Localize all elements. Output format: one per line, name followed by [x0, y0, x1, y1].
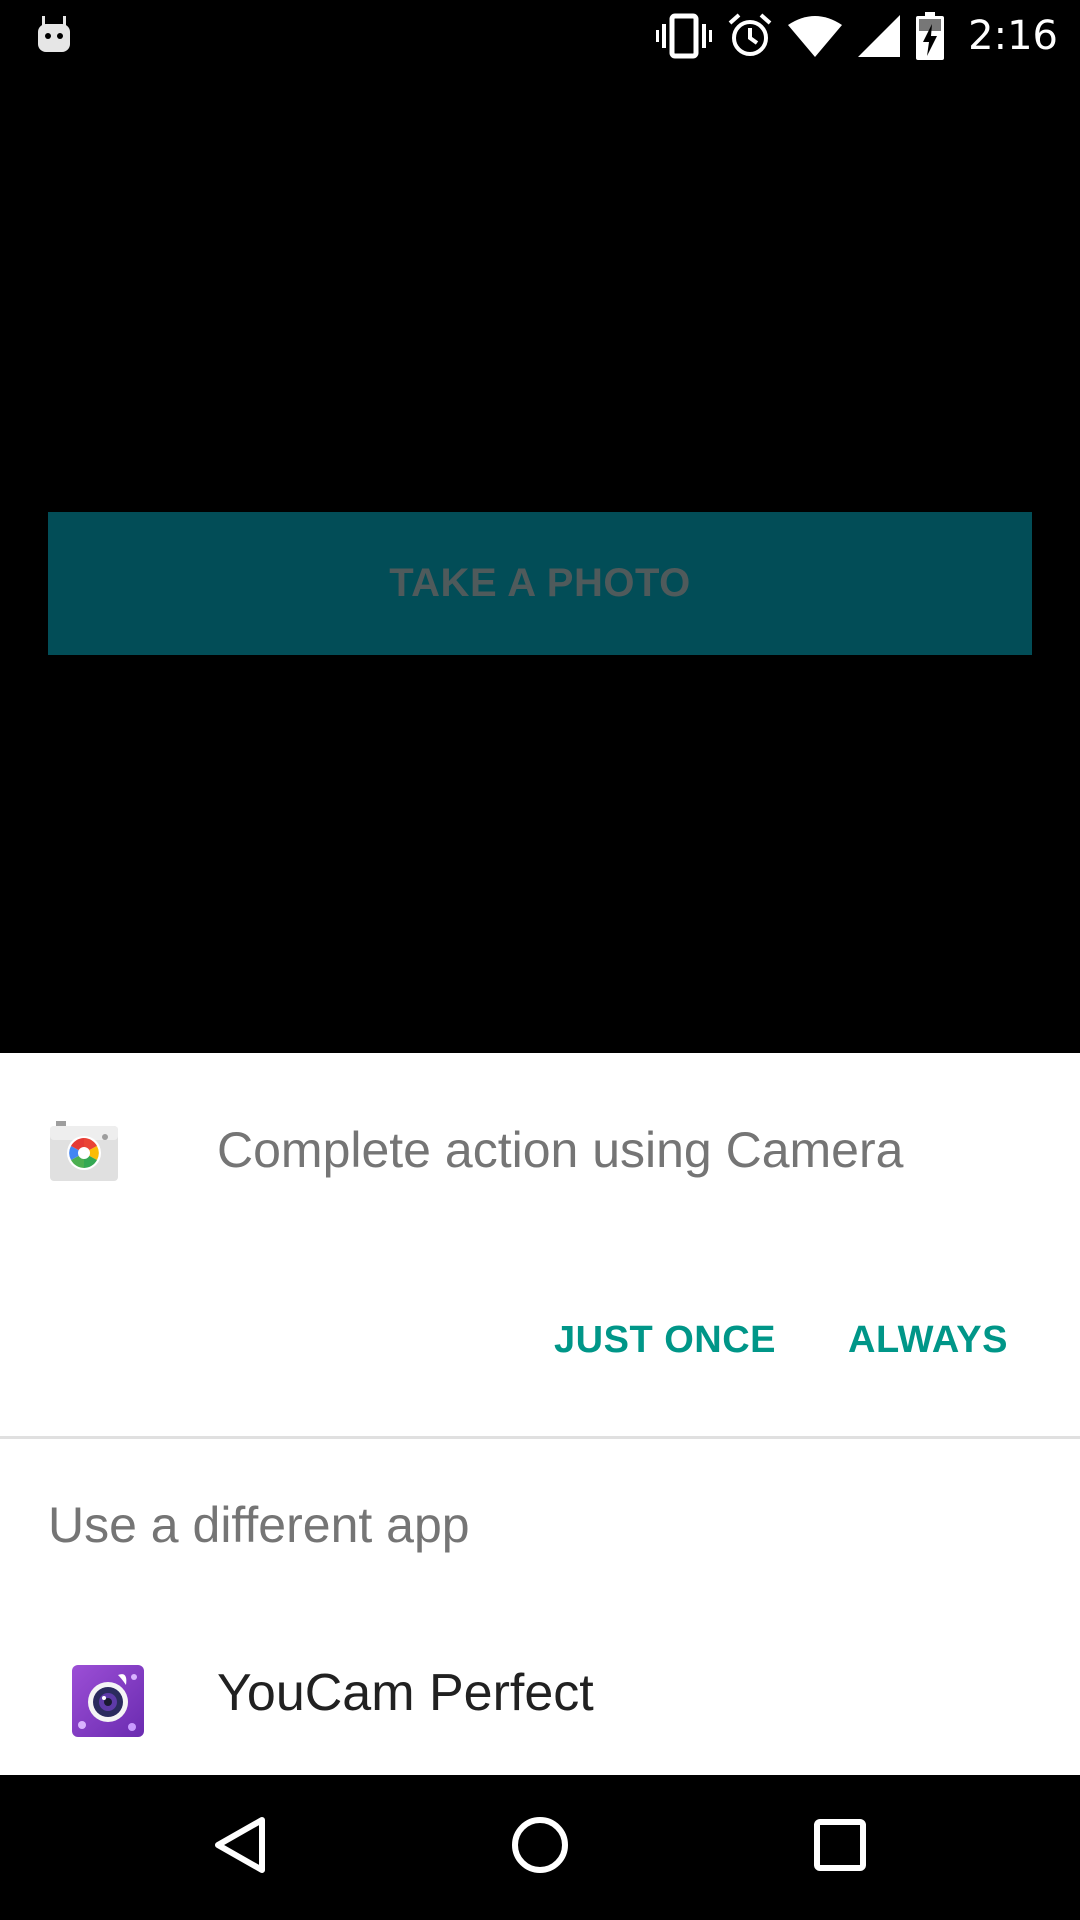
cell-signal-icon [858, 15, 901, 57]
status-bar: 2:16 [0, 0, 1080, 72]
back-button[interactable] [160, 1775, 320, 1920]
take-photo-button[interactable]: TAKE A PHOTO [48, 512, 1032, 655]
screen: 2:16 TAKE A PHOTO Complete action using … [0, 0, 1080, 1920]
home-icon [510, 1815, 570, 1880]
default-app-row: Complete action using Camera [0, 1053, 1080, 1303]
navigation-bar [0, 1775, 1080, 1920]
status-time: 2:16 [968, 13, 1058, 59]
resolver-bottom-sheet: Complete action using Camera JUST ONCE A… [0, 1053, 1080, 1775]
app-list-item-youcam-perfect[interactable]: YouCam Perfect [0, 1641, 1080, 1775]
always-button[interactable]: ALWAYS [824, 1299, 1032, 1382]
status-icons: 2:16 [656, 10, 1058, 62]
divider [0, 1436, 1080, 1439]
vibrate-icon [656, 13, 713, 59]
alarm-icon [728, 13, 772, 59]
app-content: TAKE A PHOTO [0, 72, 1080, 1053]
recents-button[interactable] [760, 1775, 920, 1920]
camera-app-icon [50, 1119, 118, 1181]
app-label: YouCam Perfect [217, 1664, 594, 1722]
recents-icon [813, 1818, 867, 1877]
dialog-title: Complete action using Camera [217, 1122, 904, 1178]
youcam-perfect-icon [72, 1665, 144, 1737]
dialog-action-buttons: JUST ONCE ALWAYS [530, 1299, 1032, 1382]
back-icon [212, 1815, 268, 1880]
wifi-icon [788, 15, 843, 57]
home-button[interactable] [460, 1775, 620, 1920]
use-different-app-header: Use a different app [48, 1497, 470, 1553]
battery-charging-icon [916, 12, 945, 60]
just-once-button[interactable]: JUST ONCE [530, 1299, 800, 1382]
android-debug-icon [36, 14, 72, 54]
